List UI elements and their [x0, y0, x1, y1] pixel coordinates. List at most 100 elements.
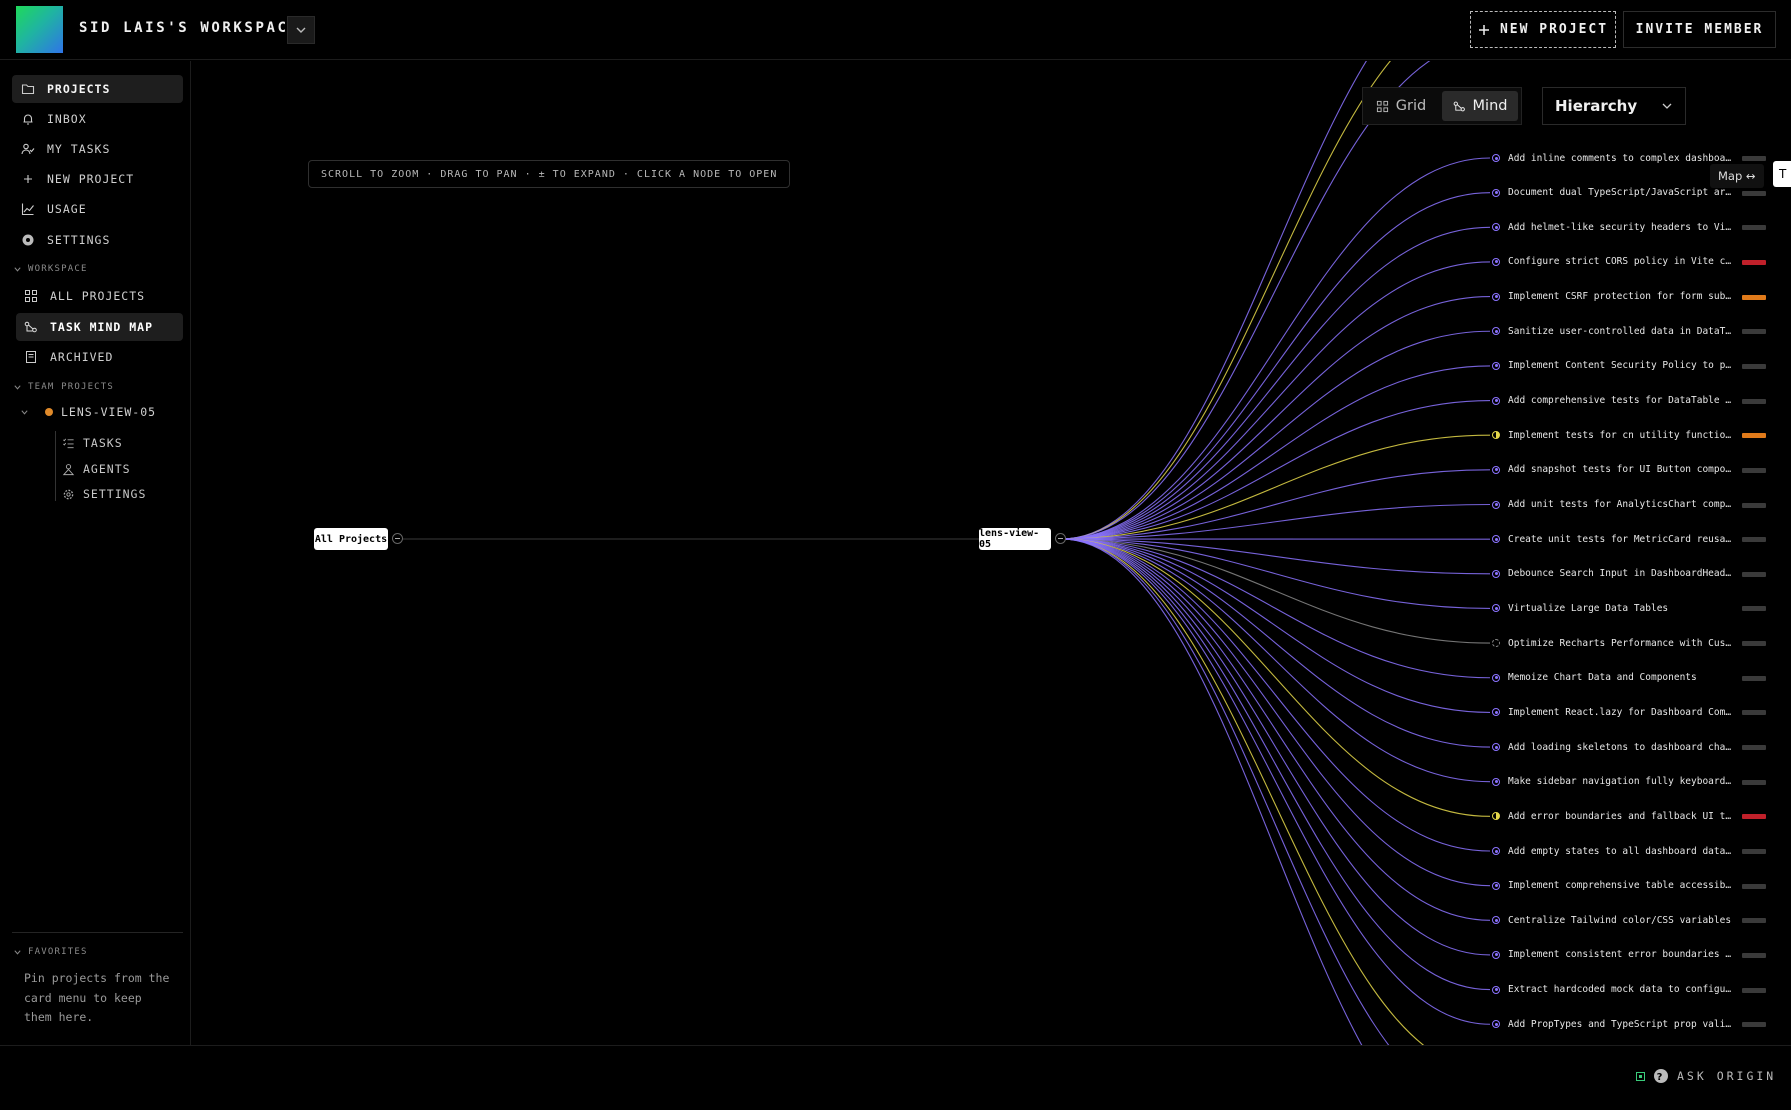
svg-text:?: ? — [1657, 1072, 1666, 1083]
sidebar-item-label: INBOX — [47, 112, 87, 126]
task-node[interactable]: Add helmet-like security headers to Vite… — [1492, 219, 1734, 235]
root-collapse-toggle[interactable] — [392, 533, 403, 544]
task-node[interactable]: Extract hardcoded mock data to configura… — [1492, 982, 1734, 998]
workspace-switcher-button[interactable] — [287, 16, 315, 44]
task-priority-badge — [1742, 398, 1766, 404]
project-node[interactable]: lens-view-05 — [979, 528, 1051, 550]
task-node[interactable]: Implement CSRF protection for form submi… — [1492, 289, 1734, 305]
task-title: Add helmet-like security headers to Vite… — [1508, 221, 1734, 233]
view-grid-button[interactable]: Grid — [1363, 88, 1439, 124]
task-status-icon — [1492, 292, 1500, 301]
project-item-agents[interactable]: AGENTS — [62, 462, 131, 476]
sidebar-item-task-mind-map[interactable]: TASK MIND MAP — [16, 313, 183, 341]
invite-member-button[interactable]: INVITE MEMBER — [1623, 11, 1776, 48]
sidebar-item-my-tasks[interactable]: MY TASKS — [12, 135, 183, 163]
map-toggle-label: Map ↔ — [1718, 169, 1756, 183]
project-collapse-toggle[interactable] — [1055, 533, 1066, 544]
task-node[interactable]: Add loading skeletons to dashboard chart… — [1492, 739, 1734, 755]
map-tab[interactable]: T — [1773, 161, 1791, 187]
task-priority-badge — [1742, 641, 1766, 647]
task-priority-badge — [1742, 918, 1766, 924]
task-node[interactable]: Implement tests for cn utility function … — [1492, 427, 1734, 443]
task-node[interactable]: Virtualize Large Data Tables — [1492, 600, 1734, 616]
task-node[interactable]: Implement consistent error boundaries fo… — [1492, 947, 1734, 963]
task-title: Sanitize user-controlled data in DataTab… — [1508, 325, 1734, 337]
ask-origin-button[interactable]: ? ASK ORIGIN — [1636, 1068, 1776, 1084]
task-priority-badge — [1742, 710, 1766, 716]
workspace-logo — [16, 6, 63, 53]
sidebar-item-projects[interactable]: PROJECTS — [12, 75, 183, 103]
task-status-icon — [1492, 396, 1500, 405]
team-projects-section-toggle[interactable]: TEAM PROJECTS — [13, 382, 114, 392]
offscreen-task-edge — [1060, 61, 1368, 540]
sidebar-item-settings[interactable]: SETTINGS — [12, 226, 183, 254]
task-priority-badge — [1742, 363, 1766, 369]
task-node[interactable]: Add unit tests for AnalyticsChart compon… — [1492, 497, 1734, 513]
favorites-section-toggle[interactable]: FAVORITES — [13, 947, 88, 957]
task-title: Add unit tests for AnalyticsChart compon… — [1508, 499, 1734, 510]
task-status-icon — [1492, 327, 1500, 336]
task-node[interactable]: Memoize Chart Data and Components — [1492, 670, 1734, 686]
team-project-label: LENS-VIEW-05 — [61, 405, 157, 419]
canvas-hint: SCROLL TO ZOOM · DRAG TO PAN · ± TO EXPA… — [308, 160, 791, 188]
task-priority-badge — [1742, 952, 1766, 958]
task-node[interactable]: Debounce Search Input in DashboardHeader — [1492, 566, 1734, 582]
sidebar-item-archived[interactable]: ARCHIVED — [16, 343, 183, 371]
task-node[interactable]: Implement React.lazy for Dashboard Compo… — [1492, 704, 1734, 720]
task-title: Centralize Tailwind color/CSS variables — [1508, 914, 1732, 926]
task-edge — [1060, 538, 1491, 991]
top-bar: SID LAIS'S WORKSPACE NEW PROJECT INVITE … — [0, 0, 1791, 60]
view-segmented-control: Grid Mind — [1362, 87, 1522, 125]
grid-icon — [25, 290, 37, 302]
task-node[interactable]: Add error boundaries and fallback UI to … — [1492, 808, 1734, 824]
task-node[interactable]: Add comprehensive tests for DataTable co… — [1492, 393, 1734, 409]
workspace-title: SID LAIS'S WORKSPACE — [79, 20, 300, 36]
sidebar-item-label: TASK MIND MAP — [50, 320, 154, 334]
task-node[interactable]: Implement comprehensive table accessibil… — [1492, 878, 1734, 894]
task-node[interactable]: Centralize Tailwind color/CSS variables — [1492, 912, 1734, 928]
task-priority-badge — [1742, 675, 1766, 681]
task-node[interactable]: Optimize Recharts Performance with Custo… — [1492, 635, 1734, 651]
sidebar-item-all-projects[interactable]: ALL PROJECTS — [16, 282, 183, 310]
task-status-icon — [1492, 743, 1500, 752]
task-status-icon — [1492, 777, 1500, 786]
task-priority-badge — [1742, 849, 1766, 854]
task-node[interactable]: Add inline comments to complex dashboard… — [1492, 150, 1734, 166]
project-item-tasks[interactable]: TASKS — [62, 436, 123, 450]
task-node[interactable]: Make sidebar navigation fully keyboard a… — [1492, 774, 1734, 790]
new-project-button[interactable]: NEW PROJECT — [1470, 11, 1616, 48]
team-projects-heading: TEAM PROJECTS — [28, 382, 115, 392]
task-edge — [1060, 330, 1491, 540]
task-title: Implement Content Security Policy to pre… — [1508, 360, 1734, 372]
sidebar-item-new-project[interactable]: NEW PROJECT — [12, 165, 183, 193]
task-title: Configure strict CORS policy in Vite con… — [1508, 256, 1734, 268]
task-title: Implement CSRF protection for form submi… — [1508, 291, 1734, 303]
sidebar-item-usage[interactable]: USAGE — [12, 195, 183, 223]
sidebar-item-inbox[interactable]: INBOX — [12, 105, 183, 133]
archive-icon — [26, 351, 36, 363]
task-title: Make sidebar navigation fully keyboard a… — [1508, 776, 1734, 788]
invite-member-label: INVITE MEMBER — [1635, 22, 1764, 37]
chevron-down-icon — [21, 409, 28, 415]
task-priority-badge — [1742, 883, 1766, 889]
sidebar-item-label: ARCHIVED — [50, 350, 114, 364]
layout-select[interactable]: Hierarchy — [1542, 87, 1686, 125]
task-edge — [1060, 538, 1491, 1025]
task-node[interactable]: Create unit tests for MetricCard reusabl… — [1492, 531, 1734, 547]
project-item-settings[interactable]: SETTINGS — [62, 487, 146, 501]
task-priority-badge — [1742, 814, 1766, 820]
task-node[interactable]: Add PropTypes and TypeScript prop valida… — [1492, 1016, 1734, 1032]
mind-map-canvas[interactable]: Grid Mind Hierarchy SCROLL TO ZOOM · DRA… — [192, 61, 1791, 1045]
view-mind-button[interactable]: Mind — [1442, 91, 1518, 121]
task-node[interactable]: Configure strict CORS policy in Vite con… — [1492, 254, 1734, 270]
root-node[interactable]: All Projects — [314, 528, 388, 550]
team-project-lens-view-05[interactable]: LENS-VIEW-05 — [20, 405, 156, 419]
task-node[interactable]: Implement Content Security Policy to pre… — [1492, 358, 1734, 374]
task-node[interactable]: Add empty states to all dashboard data c… — [1492, 843, 1734, 859]
task-edge — [1060, 157, 1491, 540]
sidebar: PROJECTS INBOX MY TASKS NEW PROJECT USAG… — [0, 61, 191, 1045]
task-node[interactable]: Add snapshot tests for UI Button compone… — [1492, 462, 1734, 478]
task-node[interactable]: Document dual TypeScript/JavaScript arch… — [1492, 185, 1734, 201]
workspace-section-toggle[interactable]: WORKSPACE — [13, 264, 88, 274]
task-node[interactable]: Sanitize user-controlled data in DataTab… — [1492, 323, 1734, 339]
